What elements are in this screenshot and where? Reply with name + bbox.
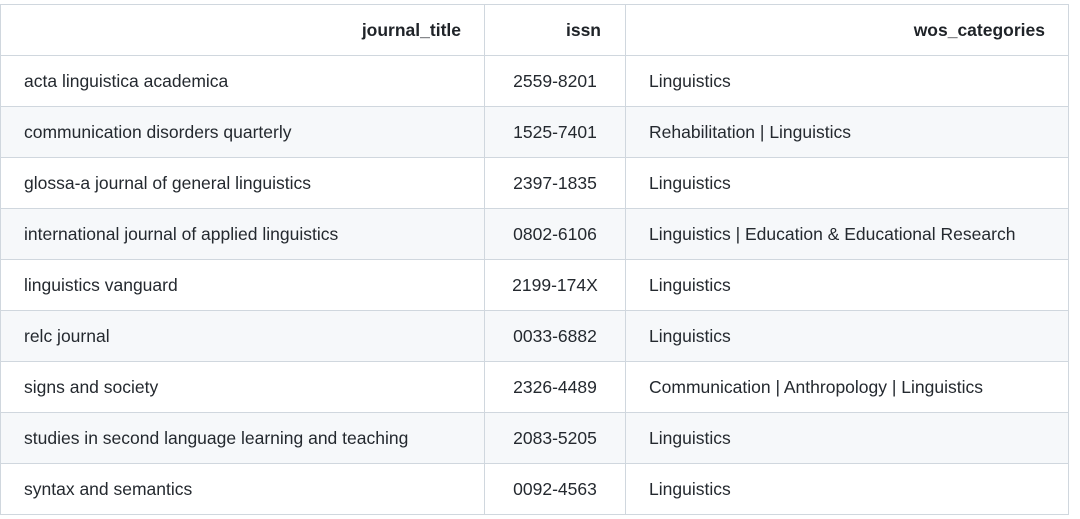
cell-issn: 0033-6882 [484, 310, 626, 362]
cell-journal-title: linguistics vanguard [0, 259, 485, 311]
table-row: international journal of applied linguis… [0, 208, 1069, 260]
table-header: journal_title issn wos_categories [0, 4, 1069, 56]
cell-wos-categories: Linguistics [625, 310, 1069, 362]
journals-table: journal_title issn wos_categories acta l… [0, 4, 1069, 515]
cell-wos-categories: Linguistics [625, 157, 1069, 209]
cell-wos-categories: Linguistics | Education & Educational Re… [625, 208, 1069, 260]
cell-journal-title: signs and society [0, 361, 485, 413]
table-row: studies in second language learning and … [0, 412, 1069, 464]
data-table-container: journal_title issn wos_categories acta l… [0, 4, 1080, 515]
cell-issn: 2199-174X [484, 259, 626, 311]
cell-issn: 0092-4563 [484, 463, 626, 515]
cell-issn: 2559-8201 [484, 55, 626, 107]
column-header-wos-categories[interactable]: wos_categories [625, 4, 1069, 56]
table-row: communication disorders quarterly 1525-7… [0, 106, 1069, 158]
table-row: signs and society 2326-4489 Communicatio… [0, 361, 1069, 413]
table-body: acta linguistica academica 2559-8201 Lin… [0, 55, 1069, 515]
cell-journal-title: studies in second language learning and … [0, 412, 485, 464]
cell-wos-categories: Linguistics [625, 463, 1069, 515]
cell-issn: 2083-5205 [484, 412, 626, 464]
cell-journal-title: communication disorders quarterly [0, 106, 485, 158]
cell-wos-categories: Linguistics [625, 259, 1069, 311]
cell-journal-title: international journal of applied linguis… [0, 208, 485, 260]
cell-issn: 1525-7401 [484, 106, 626, 158]
table-row: acta linguistica academica 2559-8201 Lin… [0, 55, 1069, 107]
cell-wos-categories: Rehabilitation | Linguistics [625, 106, 1069, 158]
cell-journal-title: relc journal [0, 310, 485, 362]
header-row: journal_title issn wos_categories [0, 4, 1069, 56]
column-header-issn[interactable]: issn [484, 4, 626, 56]
cell-wos-categories: Communication | Anthropology | Linguisti… [625, 361, 1069, 413]
table-row: linguistics vanguard 2199-174X Linguisti… [0, 259, 1069, 311]
cell-journal-title: glossa-a journal of general linguistics [0, 157, 485, 209]
cell-wos-categories: Linguistics [625, 412, 1069, 464]
cell-journal-title: syntax and semantics [0, 463, 485, 515]
cell-issn: 2326-4489 [484, 361, 626, 413]
table-row: relc journal 0033-6882 Linguistics [0, 310, 1069, 362]
table-row: glossa-a journal of general linguistics … [0, 157, 1069, 209]
cell-issn: 2397-1835 [484, 157, 626, 209]
table-row: syntax and semantics 0092-4563 Linguisti… [0, 463, 1069, 515]
column-header-journal-title[interactable]: journal_title [0, 4, 485, 56]
cell-journal-title: acta linguistica academica [0, 55, 485, 107]
cell-wos-categories: Linguistics [625, 55, 1069, 107]
cell-issn: 0802-6106 [484, 208, 626, 260]
